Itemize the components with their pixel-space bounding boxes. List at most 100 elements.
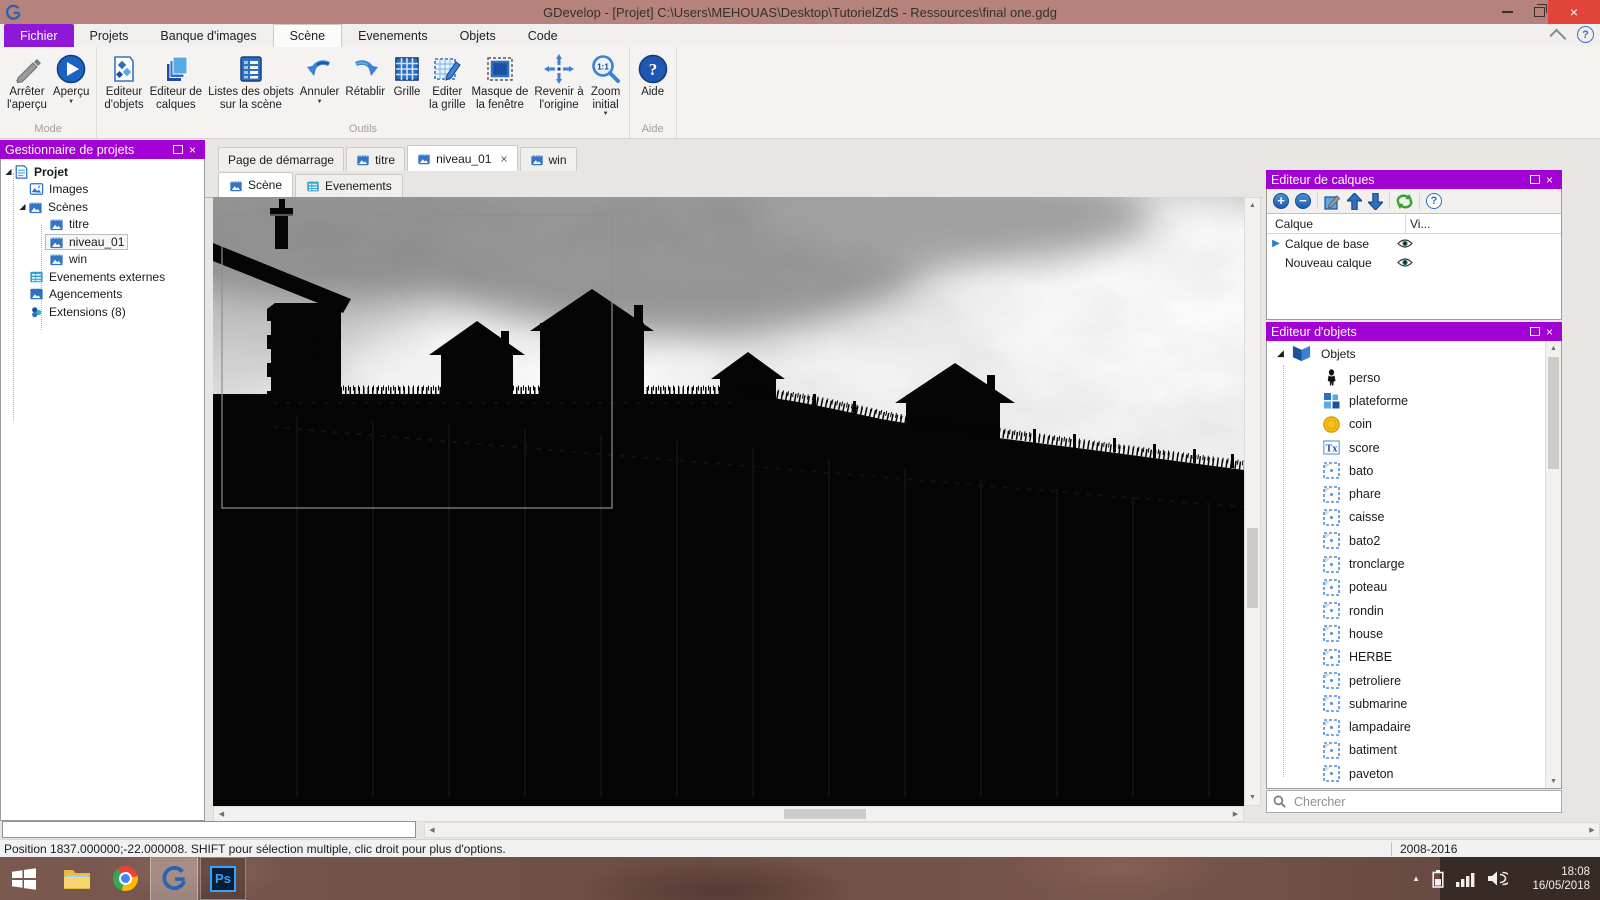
edit-grid-button[interactable]: Editer la grille bbox=[426, 50, 468, 121]
scroll-right-icon[interactable]: ▶ bbox=[1228, 807, 1243, 821]
menu-scene[interactable]: Scène bbox=[273, 24, 342, 47]
volume-icon[interactable] bbox=[1488, 870, 1508, 887]
object-item-coin[interactable]: coin bbox=[1267, 413, 1561, 436]
object-item-lampadaire[interactable]: lampadaire bbox=[1267, 715, 1561, 738]
tab-page-demarrage[interactable]: Page de démarrage bbox=[218, 147, 344, 171]
layers-editor-button[interactable]: Editeur de calques bbox=[147, 50, 205, 121]
tree-node-win[interactable]: win bbox=[1, 251, 204, 269]
canvas-horizontal-scrollbar[interactable]: ◀ ▶ bbox=[213, 806, 1244, 822]
object-item-bato[interactable]: bato bbox=[1267, 459, 1561, 482]
tree-node-images[interactable]: Images bbox=[1, 181, 204, 199]
column-visibility[interactable]: Vi... bbox=[1406, 217, 1430, 231]
scroll-up-icon[interactable]: ▲ bbox=[1546, 341, 1561, 355]
ground[interactable] bbox=[213, 394, 1244, 806]
expander-icon[interactable]: ◢ bbox=[17, 202, 28, 211]
return-origin-button[interactable]: Revenir à l'origine bbox=[531, 50, 586, 121]
object-search-box[interactable] bbox=[1266, 790, 1562, 813]
menu-objets[interactable]: Objets bbox=[444, 24, 512, 47]
tree-node-evenements-externes[interactable]: Evenements externes bbox=[1, 268, 204, 286]
object-item-paveton[interactable]: paveton bbox=[1267, 762, 1561, 785]
object-item-house[interactable]: house bbox=[1267, 622, 1561, 645]
close-tab-icon[interactable]: × bbox=[500, 152, 507, 166]
tree-node-niveau-01[interactable]: niveau_01 bbox=[1, 233, 204, 251]
tree-node-scenes[interactable]: ◢ Scènes bbox=[1, 198, 204, 216]
tree-node-objets-root[interactable]: ◢ Objets bbox=[1267, 341, 1561, 366]
object-item-plateforme[interactable]: plateforme bbox=[1267, 389, 1561, 412]
layers-help-icon[interactable]: ? bbox=[1426, 193, 1442, 209]
scrollbar-thumb[interactable] bbox=[1548, 357, 1559, 469]
search-input[interactable] bbox=[1292, 794, 1555, 810]
tab-niveau-01[interactable]: niveau_01 × bbox=[407, 145, 517, 171]
tree-node-extensions[interactable]: Extensions (8) bbox=[1, 303, 204, 321]
redo-button[interactable]: Rétablir bbox=[342, 50, 388, 121]
grid-button[interactable]: Grille bbox=[388, 50, 426, 121]
tree-node-projet[interactable]: ◢ Projet bbox=[1, 163, 204, 181]
tray-chevron-icon[interactable]: ▲ bbox=[1412, 874, 1420, 883]
objects-scrollbar[interactable]: ▲ ▼ bbox=[1545, 341, 1561, 788]
object-item-rondin[interactable]: rondin bbox=[1267, 599, 1561, 622]
taskbar-file-explorer[interactable] bbox=[54, 857, 100, 900]
object-item-submarine[interactable]: submarine bbox=[1267, 692, 1561, 715]
layer-row-nouveau[interactable]: Nouveau calque bbox=[1267, 253, 1561, 272]
object-item-bato2[interactable]: bato2 bbox=[1267, 529, 1561, 552]
left-house-wall[interactable] bbox=[267, 303, 341, 397]
object-item-caisse[interactable]: caisse bbox=[1267, 506, 1561, 529]
scroll-left-icon[interactable]: ◀ bbox=[425, 823, 439, 837]
scene-canvas[interactable] bbox=[213, 197, 1244, 806]
expander-icon[interactable]: ◢ bbox=[3, 167, 14, 176]
add-layer-icon[interactable]: + bbox=[1273, 193, 1289, 209]
help-button[interactable]: ? Aide bbox=[634, 50, 672, 121]
scrollbar-thumb[interactable] bbox=[1247, 528, 1258, 608]
move-layer-down-icon[interactable] bbox=[1368, 193, 1383, 210]
menu-projets[interactable]: Projets bbox=[74, 24, 145, 47]
scene-objects-list-button[interactable]: Listes des objets sur la scène bbox=[205, 50, 297, 121]
help-icon[interactable]: ? bbox=[1577, 26, 1594, 43]
visibility-eye-icon[interactable] bbox=[1397, 238, 1413, 249]
object-item-phare[interactable]: phare bbox=[1267, 482, 1561, 505]
column-calque[interactable]: Calque bbox=[1267, 214, 1406, 233]
object-item-score[interactable]: Tx score bbox=[1267, 436, 1561, 459]
visibility-eye-icon[interactable] bbox=[1397, 257, 1413, 268]
close-panel-icon[interactable]: × bbox=[1542, 172, 1557, 187]
menu-evenements[interactable]: Evenements bbox=[342, 24, 443, 47]
menu-fichier[interactable]: Fichier bbox=[4, 24, 74, 47]
scrollbar-thumb[interactable] bbox=[784, 809, 866, 819]
frame-horizontal-scrollbar[interactable]: ◀ ▶ bbox=[424, 822, 1600, 838]
float-panel-icon[interactable] bbox=[1527, 324, 1542, 339]
scroll-left-icon[interactable]: ◀ bbox=[214, 807, 229, 821]
tab-events-view[interactable]: Evenements bbox=[295, 174, 403, 197]
start-button[interactable] bbox=[0, 857, 48, 900]
close-panel-icon[interactable]: × bbox=[185, 142, 200, 157]
clock[interactable]: 18:08 16/05/2018 bbox=[1520, 865, 1590, 893]
remove-layer-icon[interactable]: − bbox=[1295, 193, 1311, 209]
scroll-down-icon[interactable]: ▼ bbox=[1245, 790, 1260, 805]
edit-layer-icon[interactable] bbox=[1324, 193, 1341, 210]
undo-button[interactable]: Annuler ▼ bbox=[297, 50, 343, 121]
move-layer-up-icon[interactable] bbox=[1347, 193, 1362, 210]
float-panel-icon[interactable] bbox=[1527, 172, 1542, 187]
object-item-petroliere[interactable]: petroliere bbox=[1267, 669, 1561, 692]
refresh-icon[interactable] bbox=[1396, 194, 1413, 209]
taskbar-photoshop[interactable]: Ps bbox=[200, 857, 246, 900]
network-signal-icon[interactable] bbox=[1456, 871, 1476, 887]
object-item-batiment[interactable]: batiment bbox=[1267, 739, 1561, 762]
tree-node-agencements[interactable]: Agencements bbox=[1, 286, 204, 304]
tree-node-titre[interactable]: titre bbox=[1, 216, 204, 234]
dropdown-arrow-icon[interactable]: ▼ bbox=[68, 99, 74, 106]
scroll-down-icon[interactable]: ▼ bbox=[1546, 774, 1561, 788]
canvas-vertical-scrollbar[interactable]: ▲ ▼ bbox=[1244, 197, 1261, 806]
taskbar-gdevelop[interactable] bbox=[150, 857, 198, 900]
object-item-herbe[interactable]: HERBE bbox=[1267, 646, 1561, 669]
object-editor-button[interactable]: Editeur d'objets bbox=[101, 50, 146, 121]
scroll-right-icon[interactable]: ▶ bbox=[1585, 823, 1599, 837]
stop-preview-button[interactable]: Arrêter l'aperçu bbox=[4, 50, 50, 121]
menu-banque-images[interactable]: Banque d'images bbox=[144, 24, 272, 47]
object-item-perso[interactable]: perso bbox=[1267, 366, 1561, 389]
close-button[interactable]: × bbox=[1548, 0, 1600, 24]
tab-scene-view[interactable]: Scène bbox=[218, 172, 293, 197]
dropdown-arrow-icon[interactable]: ▼ bbox=[603, 111, 609, 118]
tab-win[interactable]: win bbox=[520, 147, 577, 171]
window-mask-button[interactable]: Masque de la fenêtre bbox=[468, 50, 531, 121]
layer-row-base[interactable]: ▶ Calque de base bbox=[1267, 234, 1561, 253]
tab-titre[interactable]: titre bbox=[346, 147, 405, 171]
